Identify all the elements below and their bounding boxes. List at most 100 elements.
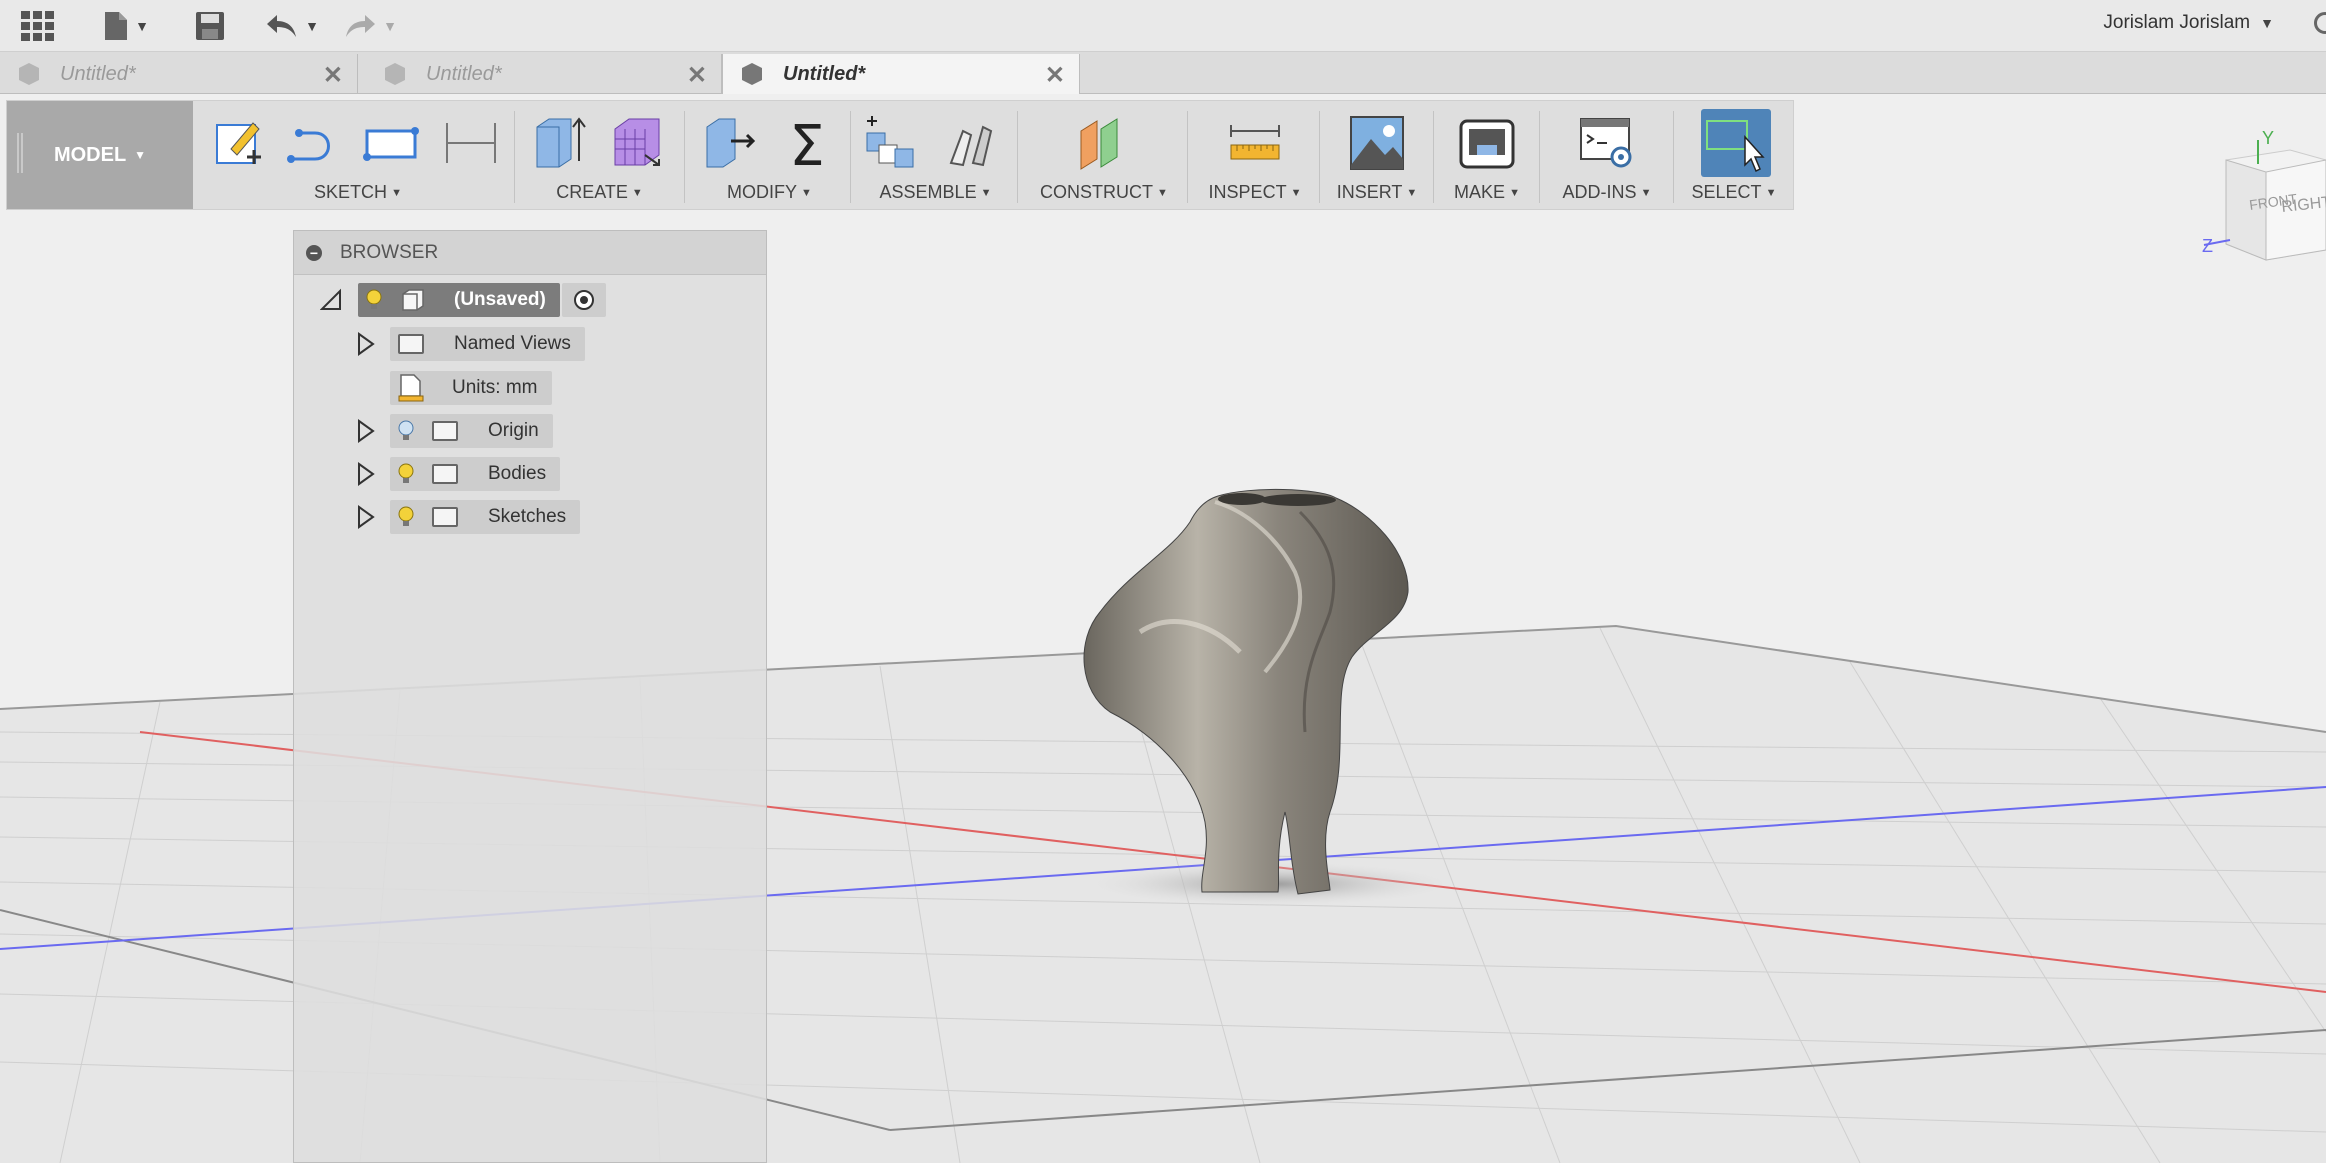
tree-item-sketches[interactable]: Sketches (356, 500, 581, 534)
chevron-down-icon: ▼ (2260, 15, 2274, 31)
make-menu[interactable]: MAKE ▼ (1435, 182, 1539, 203)
tree-item-origin[interactable]: Origin (356, 414, 553, 448)
joint-icon[interactable] (943, 115, 999, 171)
document-icon (742, 63, 762, 85)
y-axis-label: Y (2262, 128, 2274, 148)
help-icon[interactable] (2314, 12, 2326, 34)
divider (684, 111, 685, 203)
expand-triangle-icon[interactable] (356, 419, 376, 443)
create-sketch-icon[interactable] (211, 115, 267, 171)
form-icon[interactable] (609, 115, 665, 171)
select-menu[interactable]: SELECT ▼ (1675, 182, 1793, 203)
file-menu-button[interactable]: ▼ (96, 8, 156, 44)
scripts-addins-icon[interactable] (1579, 115, 1635, 171)
3d-print-icon[interactable] (1459, 115, 1515, 171)
inspect-group: INSPECT ▼ (1191, 101, 1319, 209)
bodies-node[interactable]: Bodies (390, 457, 561, 491)
view-cube[interactable]: FRONT RIGHT Y Z (2190, 120, 2326, 270)
toolbar-ribbon: MODEL ▼ SKETCH ▼ CREATE ▼ Σ MODIFY ▼ ASS… (6, 100, 1794, 210)
press-pull-icon[interactable] (701, 115, 757, 171)
compute-all-icon[interactable]: Σ (779, 115, 835, 171)
user-name: Jorislam Jorislam (2103, 12, 2251, 33)
modify-group: Σ MODIFY ▼ (687, 101, 852, 209)
inspect-label: INSPECT (1208, 182, 1287, 202)
construct-label: CONSTRUCT (1040, 182, 1154, 202)
grip-handle[interactable] (17, 133, 23, 173)
new-component-icon[interactable] (863, 115, 919, 171)
named-views-label: Named Views (454, 333, 571, 354)
sketches-node[interactable]: Sketches (390, 500, 581, 534)
addins-menu[interactable]: ADD-INS ▼ (1541, 182, 1673, 203)
radio-icon (573, 290, 594, 310)
save-button[interactable] (190, 8, 230, 44)
measure-icon[interactable] (1227, 115, 1283, 171)
browser-header[interactable]: − BROWSER (294, 231, 766, 275)
workspace-label: MODEL (53, 143, 127, 166)
undo-icon (267, 15, 297, 37)
visibility-bulb-icon[interactable] (398, 506, 414, 528)
expand-triangle-icon[interactable] (356, 332, 376, 356)
chevron-down-icon: ▼ (135, 18, 149, 34)
units-node[interactable]: Units: mm (390, 371, 552, 405)
extrude-icon[interactable] (531, 115, 587, 171)
quick-access-toolbar: ▼ ▼ ▼ Jorislam Jorislam ▼ (0, 0, 2326, 52)
tab-document-2[interactable]: Untitled* ✕ (366, 54, 722, 94)
tab-document-3[interactable]: Untitled* ✕ (722, 54, 1080, 94)
visibility-bulb-icon[interactable] (398, 463, 414, 485)
visibility-bulb-icon[interactable] (366, 289, 382, 311)
tree-item-units[interactable]: Units: mm (390, 371, 552, 405)
tab-document-1[interactable]: Untitled* ✕ (0, 54, 358, 94)
root-component-node[interactable]: (Unsaved) (358, 283, 560, 317)
browser-title: BROWSER (340, 241, 439, 263)
collapse-triangle-icon[interactable] (320, 288, 344, 312)
units-document-icon (398, 374, 424, 402)
expand-triangle-icon[interactable] (356, 462, 376, 486)
workspace-switcher-button[interactable]: MODEL ▼ (7, 101, 193, 209)
insert-menu[interactable]: INSERT ▼ (1321, 182, 1433, 203)
modify-menu[interactable]: MODIFY ▼ (687, 182, 852, 203)
root-label: (Unsaved) (454, 289, 546, 310)
chevron-down-icon: ▼ (383, 18, 397, 34)
folder-icon (398, 334, 424, 354)
collapse-icon[interactable]: − (306, 244, 322, 261)
origin-label: Origin (488, 420, 539, 441)
close-icon[interactable]: ✕ (323, 61, 343, 90)
folder-icon (432, 464, 458, 484)
bodies-label: Bodies (488, 463, 547, 484)
undo-button[interactable]: ▼ (262, 8, 322, 44)
sketch-dimension-icon[interactable] (443, 115, 499, 171)
save-icon (196, 12, 224, 40)
close-icon[interactable]: ✕ (687, 61, 707, 90)
browser-panel: − BROWSER (Unsaved) Named Views Units: m… (293, 230, 767, 1163)
select-cursor-icon (1706, 120, 1765, 173)
tree-item-named-views[interactable]: Named Views (356, 327, 585, 361)
divider (1187, 111, 1188, 203)
line-icon[interactable] (285, 115, 341, 171)
create-menu[interactable]: CREATE ▼ (517, 182, 682, 203)
construct-menu[interactable]: CONSTRUCT ▼ (1019, 182, 1189, 203)
expand-triangle-icon[interactable] (356, 505, 376, 529)
select-label: SELECT (1691, 182, 1762, 202)
assemble-menu[interactable]: ASSEMBLE ▼ (853, 182, 1018, 203)
visibility-bulb-icon[interactable] (398, 420, 414, 442)
inspect-menu[interactable]: INSPECT ▼ (1191, 182, 1319, 203)
sketch-menu[interactable]: SKETCH ▼ (203, 182, 513, 203)
apps-grid-icon[interactable] (18, 8, 58, 44)
activate-component-radio[interactable] (561, 283, 606, 317)
document-icon (19, 63, 39, 85)
origin-node[interactable]: Origin (390, 414, 553, 448)
user-account-menu[interactable]: Jorislam Jorislam ▼ (2103, 12, 2274, 34)
tree-root[interactable]: (Unsaved) (320, 283, 606, 317)
tab-label: Untitled* (426, 62, 502, 85)
tree-item-bodies[interactable]: Bodies (356, 457, 561, 491)
offset-plane-icon[interactable] (1075, 115, 1131, 171)
close-icon[interactable]: ✕ (1045, 61, 1065, 90)
create-label: CREATE (556, 182, 628, 202)
named-views-node[interactable]: Named Views (390, 327, 585, 361)
insert-image-icon[interactable] (1349, 115, 1405, 171)
divider (1319, 111, 1320, 203)
select-button[interactable] (1701, 109, 1771, 177)
folder-icon (432, 421, 458, 441)
rectangle-icon[interactable] (363, 115, 419, 171)
redo-button[interactable]: ▼ (340, 8, 400, 44)
